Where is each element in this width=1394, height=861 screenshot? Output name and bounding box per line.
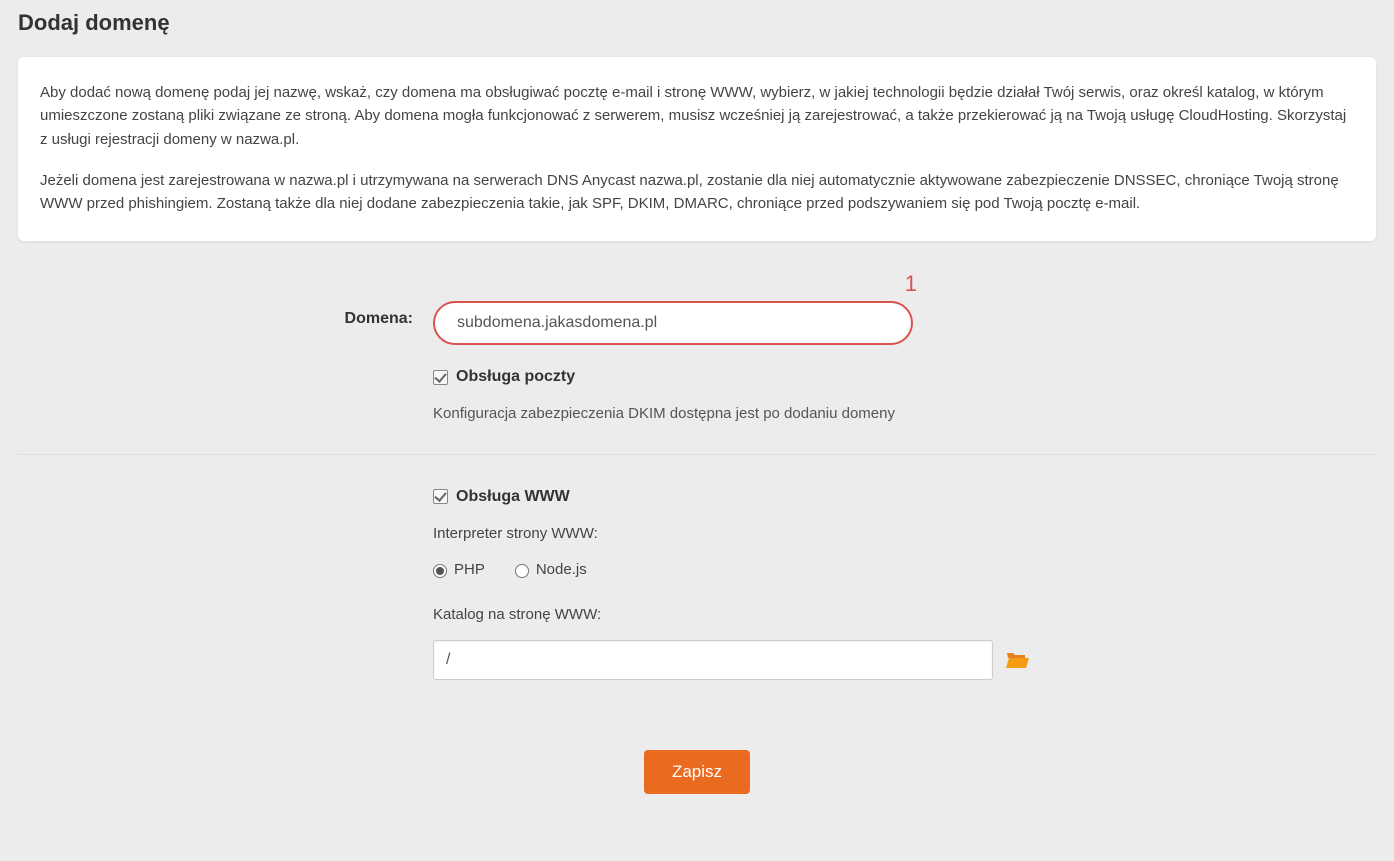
add-domain-form: Domena: 1 Obsługa poczty Konfiguracja za… bbox=[18, 301, 1376, 834]
radio-icon bbox=[515, 564, 529, 578]
directory-input[interactable] bbox=[433, 640, 993, 680]
interpreter-label: Interpreter strony WWW: bbox=[433, 523, 1376, 546]
info-box: Aby dodać nową domenę podaj jej nazwę, w… bbox=[18, 57, 1376, 241]
www-support-checkbox[interactable] bbox=[433, 489, 448, 504]
annotation-1: 1 bbox=[905, 267, 917, 300]
mail-support-checkbox[interactable] bbox=[433, 370, 448, 385]
page-title: Dodaj domenę bbox=[18, 0, 1376, 57]
domain-input[interactable] bbox=[433, 301, 913, 345]
interpreter-nodejs-label: Node.js bbox=[536, 559, 587, 582]
section-divider bbox=[18, 454, 1376, 455]
info-paragraph-1: Aby dodać nową domenę podaj jej nazwę, w… bbox=[40, 81, 1354, 151]
save-button[interactable]: Zapisz bbox=[644, 750, 750, 794]
radio-icon bbox=[433, 564, 447, 578]
folder-open-icon[interactable] bbox=[1005, 650, 1029, 670]
info-paragraph-2: Jeżeli domena jest zarejestrowana w nazw… bbox=[40, 169, 1354, 216]
mail-support-label: Obsługa poczty bbox=[456, 365, 575, 389]
www-support-label: Obsługa WWW bbox=[456, 485, 570, 509]
directory-label: Katalog na stronę WWW: bbox=[433, 604, 1376, 627]
interpreter-php-label: PHP bbox=[454, 559, 485, 582]
domain-label: Domena: bbox=[345, 310, 413, 327]
interpreter-radio-nodejs[interactable]: Node.js bbox=[515, 559, 587, 582]
interpreter-radio-php[interactable]: PHP bbox=[433, 559, 485, 582]
mail-helper-text: Konfiguracja zabezpieczenia DKIM dostępn… bbox=[433, 403, 1376, 426]
